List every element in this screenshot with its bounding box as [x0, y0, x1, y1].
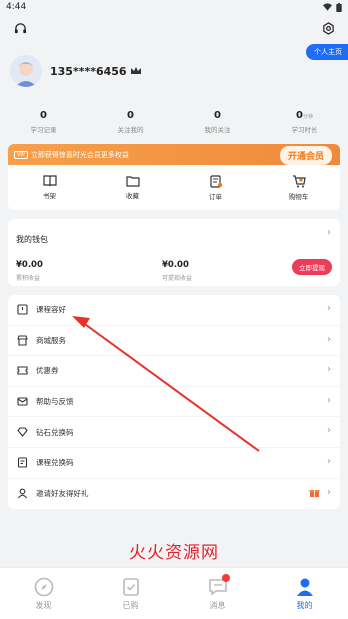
vip-card: VIP 立即获得惊喜时光会员更多权益 开通会员 书架 收藏 订单 购物车	[8, 144, 340, 210]
chevron-right-icon: ›	[327, 425, 331, 437]
menu-label: 课程容好	[36, 305, 66, 315]
menu-label: 优惠券	[36, 366, 59, 376]
mail-icon	[17, 397, 28, 406]
quick-favorites[interactable]: 收藏	[91, 165, 174, 210]
bottom-nav: 发现 已购 消息 我的	[0, 567, 348, 619]
stats-row: 0 学习记录 0 关注我的 0 我的关注 0分钟 学习时长	[0, 100, 348, 144]
profile-header: 135****6456 个人主页	[0, 42, 348, 100]
unread-badge	[222, 574, 230, 582]
chevron-right-icon: ›	[327, 333, 331, 345]
cart-icon	[292, 174, 306, 187]
nav-label: 我的	[296, 600, 313, 610]
stat-label: 学习时长	[291, 126, 318, 134]
status-time: 4:44	[6, 2, 27, 12]
wallet-balance-amount: ¥0.00	[16, 260, 43, 270]
menu-item-diamond-code[interactable]: 钻石兑换码 ›	[8, 417, 340, 448]
nav-discover[interactable]: 发现	[0, 568, 87, 619]
menu-item-mall-service[interactable]: 商城服务 ›	[8, 326, 340, 357]
wallet-balance-label: 累积收益	[16, 275, 41, 282]
menu-item-help-feedback[interactable]: 帮助与反馈 ›	[8, 387, 340, 418]
vip-text: 立即获得惊喜时光会员更多权益	[30, 150, 129, 159]
stat-value: 0	[40, 110, 47, 121]
quick-actions: 书架 收藏 订单 购物车	[8, 165, 340, 210]
menu-list: 课程容好 › 商城服务 › 优惠券 › 帮助与反馈 › 钻石兑换码 › 课程兑换…	[8, 295, 340, 510]
quick-label: 收藏	[126, 192, 139, 200]
crown-icon	[130, 66, 142, 76]
wallet-withdrawable-label: 可提现收益	[162, 275, 193, 282]
nav-label: 已购	[122, 600, 139, 610]
nav-messages[interactable]: 消息	[174, 568, 261, 619]
open-membership-button[interactable]: 开通会员	[279, 146, 332, 165]
top-bar	[0, 14, 348, 42]
nav-label: 消息	[209, 600, 226, 610]
person-icon	[296, 578, 313, 596]
chevron-right-icon: ›	[327, 364, 331, 376]
redeem-icon	[17, 457, 28, 468]
stat-learning-records[interactable]: 0 学习记录	[0, 100, 87, 144]
folder-icon	[125, 176, 140, 187]
coupon-icon	[17, 366, 28, 376]
purchased-icon	[122, 577, 139, 596]
chevron-right-icon: ›	[327, 227, 331, 238]
nav-label: 发现	[35, 600, 52, 610]
chevron-right-icon: ›	[327, 486, 331, 498]
quick-cart[interactable]: 购物车	[257, 165, 340, 210]
menu-item-coupons[interactable]: 优惠券 ›	[8, 356, 340, 387]
stat-value: 0	[214, 110, 221, 121]
compass-icon	[34, 577, 53, 596]
diamond-icon	[17, 427, 28, 438]
stat-unit: 分钟	[302, 114, 313, 120]
headset-icon[interactable]	[12, 20, 28, 36]
wallet-card[interactable]: 我的钱包 › ¥0.00 累积收益 ¥0.00 可提现收益 立即提现	[8, 219, 340, 286]
wallet-withdrawable-amount: ¥0.00	[162, 260, 189, 270]
stat-following[interactable]: 0 我的关注	[174, 100, 261, 144]
menu-label: 邀请好友得好礼	[36, 489, 89, 499]
chevron-right-icon: ›	[327, 455, 331, 467]
menu-label: 商城服务	[36, 335, 66, 345]
wifi-icon	[323, 3, 332, 11]
personal-homepage-button[interactable]: 个人主页	[306, 44, 348, 60]
wallet-balance: ¥0.00 累积收益	[16, 260, 162, 282]
battery-icon	[336, 2, 342, 12]
stat-learning-time[interactable]: 0分钟 学习时长	[261, 100, 348, 144]
quick-label: 订单	[209, 192, 222, 201]
shop-icon	[17, 335, 28, 346]
vip-banner[interactable]: VIP 立即获得惊喜时光会员更多权益 开通会员	[8, 144, 340, 165]
chevron-right-icon: ›	[327, 303, 331, 314]
stat-label: 关注我的	[117, 126, 144, 134]
settings-icon[interactable]	[320, 20, 336, 36]
menu-label: 钻石兑换码	[36, 427, 74, 437]
book-icon	[42, 175, 57, 187]
username: 135****6456	[50, 64, 127, 78]
wallet-title: 我的钱包	[16, 235, 48, 244]
gift-icon	[309, 489, 320, 497]
withdraw-button[interactable]: 立即提现	[292, 259, 332, 275]
quick-orders[interactable]: 订单	[174, 165, 257, 210]
menu-label: 帮助与反馈	[36, 397, 74, 407]
quick-label: 书架	[43, 192, 56, 200]
stat-value: 0	[296, 110, 303, 121]
user-invite-icon	[18, 489, 27, 499]
stat-label: 学习记录	[30, 126, 57, 134]
menu-item-course-preferences[interactable]: 课程容好 ›	[8, 295, 340, 326]
nav-mine[interactable]: 我的	[261, 568, 348, 619]
avatar[interactable]	[10, 55, 42, 87]
watermark-text: 火火资源网	[129, 543, 219, 563]
vip-tag: VIP	[14, 150, 28, 159]
wallet-withdrawable: ¥0.00 可提现收益	[162, 260, 308, 282]
stat-value: 0	[127, 110, 134, 121]
stat-followers[interactable]: 0 关注我的	[87, 100, 174, 144]
quick-bookshelf[interactable]: 书架	[8, 165, 91, 210]
menu-item-course-code[interactable]: 课程兑换码 ›	[8, 448, 340, 479]
stat-label: 我的关注	[204, 126, 231, 134]
order-icon	[209, 174, 222, 188]
chevron-right-icon: ›	[327, 394, 331, 406]
course-icon	[17, 304, 28, 315]
menu-label: 课程兑换码	[36, 458, 74, 468]
quick-label: 购物车	[288, 192, 309, 201]
status-bar: 4:44	[0, 0, 348, 14]
nav-purchased[interactable]: 已购	[87, 568, 174, 619]
menu-item-invite-friends[interactable]: 邀请好友得好礼 ›	[8, 479, 340, 510]
